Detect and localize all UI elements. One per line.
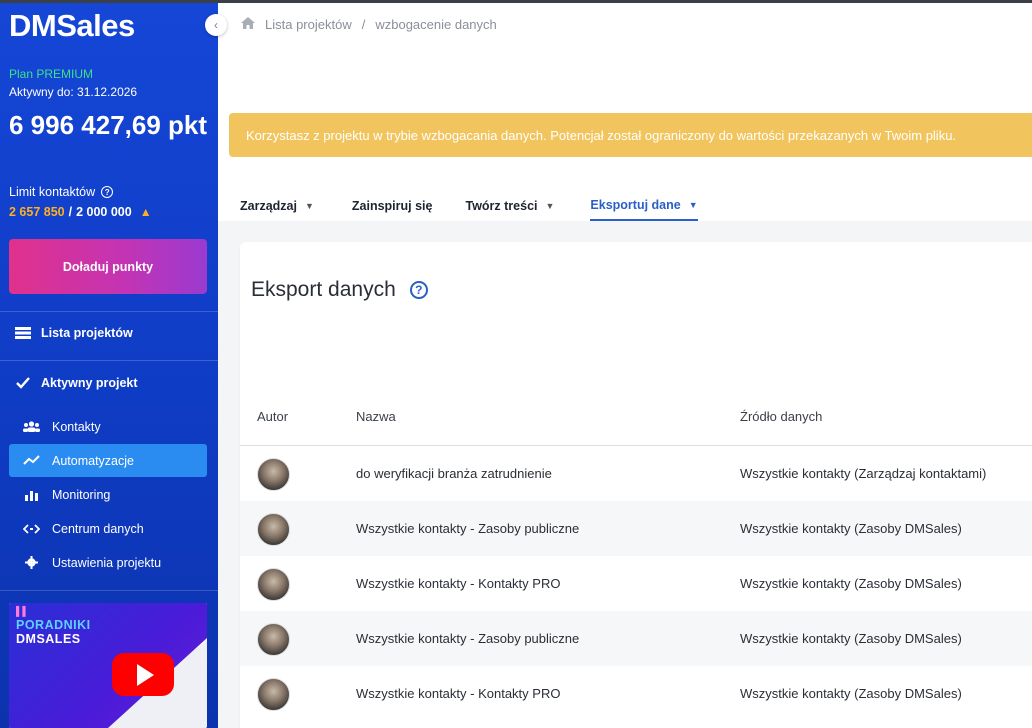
- author-avatar: [257, 678, 290, 711]
- sidebar-item-monitoring[interactable]: Monitoring: [9, 478, 207, 511]
- column-header-source[interactable]: Źródło danych: [740, 409, 822, 424]
- limit-separator: /: [68, 205, 73, 219]
- author-avatar: [257, 458, 290, 491]
- column-header-author[interactable]: Autor: [257, 409, 288, 424]
- sidebar-item-label: Ustawienia projektu: [52, 555, 162, 570]
- author-avatar: [257, 513, 290, 546]
- tab-label: Zainspiruj się: [351, 198, 433, 213]
- sidebar-item-label: Centrum danych: [52, 521, 144, 536]
- users-icon: [23, 421, 40, 432]
- chevron-down-icon: ▼: [304, 200, 314, 211]
- sidebar-item-data-center[interactable]: Centrum danych: [9, 512, 207, 545]
- help-icon[interactable]: ?: [409, 281, 428, 299]
- promo-title-line2: DMSALES: [16, 632, 81, 646]
- page-title: Eksport danych: [251, 278, 396, 301]
- list-icon: [14, 327, 31, 339]
- chevron-down-icon: ▼: [545, 200, 555, 211]
- tab-manage[interactable]: Zarządzaj ▼: [240, 190, 314, 221]
- tutorials-promo-banner[interactable]: ▌▌ PORADNIKI DMSALES: [9, 603, 207, 728]
- tab-export-data[interactable]: Eksportuj dane ▼: [590, 190, 698, 221]
- limit-total: 2 000 000: [76, 205, 132, 219]
- points-balance: 6 996 427,69 pkt: [9, 110, 208, 140]
- contact-limit-values: 2 657 850 / 2 000 000 ▲: [9, 205, 152, 219]
- table-row[interactable]: Wszystkie kontakty - Zasoby publiczne Ws…: [240, 611, 1032, 666]
- table-row[interactable]: Wszystkie kontakty - Zasoby publiczne Ws…: [240, 501, 1032, 556]
- help-icon[interactable]: ?: [101, 186, 114, 198]
- sidebar-item-automations[interactable]: Automatyzacje: [9, 444, 207, 477]
- export-source: Wszystkie kontakty (Zasoby DMSales): [740, 686, 962, 701]
- sidebar-item-active-project[interactable]: Aktywny projekt: [14, 376, 138, 390]
- sidebar: DMSales Plan PREMIUM Aktywny do: 31.12.2…: [0, 0, 218, 728]
- sidebar-item-label: Monitoring: [52, 487, 111, 502]
- enrichment-mode-alert: Korzystasz z projektu w trybie wzbogacan…: [229, 113, 1032, 157]
- breadcrumb: Lista projektów / wzbogacenie danych: [241, 17, 497, 32]
- plan-name: Plan PREMIUM: [9, 67, 94, 81]
- breadcrumb-root[interactable]: Lista projektów: [265, 17, 352, 32]
- sidebar-collapse-chevron-icon[interactable]: ‹: [205, 14, 227, 36]
- export-name: Wszystkie kontakty - Kontakty PRO: [356, 576, 561, 591]
- export-source: Wszystkie kontakty (Zasoby DMSales): [740, 576, 962, 591]
- table-row[interactable]: Wszystkie kontakty - Kontakty PRO Wszyst…: [240, 666, 1032, 721]
- export-source: Wszystkie kontakty (Zasoby DMSales): [740, 521, 962, 536]
- export-data-card: Eksport danych ? Autor Nazwa Źródło dany…: [240, 242, 1032, 728]
- export-source: Wszystkie kontakty (Zasoby DMSales): [740, 631, 962, 646]
- promo-title-line1: PORADNIKI: [16, 618, 91, 632]
- sidebar-divider: [0, 590, 218, 591]
- export-name: do weryfikacji branża zatrudnienie: [356, 466, 552, 481]
- sidebar-divider: [0, 311, 218, 312]
- contact-limit-label: Limit kontaktów ?: [9, 185, 114, 199]
- sidebar-item-label: Aktywny projekt: [41, 376, 138, 390]
- contact-limit-text: Limit kontaktów: [9, 185, 96, 199]
- breadcrumb-separator: /: [361, 17, 366, 32]
- youtube-play-icon[interactable]: [112, 653, 174, 696]
- export-source: Wszystkie kontakty (Zarządzaj kontaktami…: [740, 466, 987, 481]
- promo-logo-icon: ▌▌: [16, 606, 29, 616]
- limit-used: 2 657 850: [9, 205, 65, 219]
- project-tabs: Zarządzaj ▼ Zainspiruj się Twórz treści …: [240, 190, 698, 221]
- export-name: Wszystkie kontakty - Zasoby publiczne: [356, 631, 580, 646]
- export-name: Wszystkie kontakty - Kontakty PRO: [356, 686, 561, 701]
- sidebar-item-label: Lista projektów: [41, 326, 133, 340]
- code-arrows-icon: [23, 523, 40, 534]
- tab-inspire[interactable]: Zainspiruj się: [352, 190, 433, 221]
- topup-points-button[interactable]: Doładuj punkty: [9, 239, 207, 294]
- sidebar-item-label: Automatyzacje: [52, 453, 134, 468]
- gear-icon: [23, 556, 40, 569]
- app-logo[interactable]: DMSales: [9, 8, 135, 44]
- check-icon: [14, 377, 31, 389]
- top-bar: Lista projektów / wzbogacenie danych: [218, 3, 1032, 46]
- export-name: Wszystkie kontakty - Zasoby publiczne: [356, 521, 580, 536]
- tab-label: Eksportuj dane: [590, 197, 681, 212]
- column-header-name[interactable]: Nazwa: [356, 409, 396, 424]
- sidebar-item-projects[interactable]: Lista projektów: [14, 326, 133, 340]
- plan-active-until: Aktywny do: 31.12.2026: [9, 85, 138, 99]
- author-avatar: [257, 623, 290, 656]
- chevron-down-icon: ▼: [688, 199, 698, 210]
- tab-label: Zarządzaj: [240, 198, 297, 213]
- author-avatar: [257, 568, 290, 601]
- window-top-border: [0, 0, 1032, 3]
- warning-icon: ▲: [139, 205, 152, 219]
- sidebar-item-label: Kontakty: [52, 419, 101, 434]
- table-row[interactable]: Wszystkie kontakty - Kontakty PRO Wszyst…: [240, 556, 1032, 611]
- bar-chart-icon: [23, 489, 40, 501]
- sidebar-item-contacts[interactable]: Kontakty: [9, 410, 207, 443]
- export-title: Eksport danych ?: [251, 278, 428, 302]
- table-row[interactable]: do weryfikacji branża zatrudnienie Wszys…: [240, 446, 1032, 501]
- alert-text: Korzystasz z projektu w trybie wzbogacan…: [246, 127, 957, 143]
- sidebar-item-project-settings[interactable]: Ustawienia projektu: [9, 546, 207, 579]
- home-icon[interactable]: [241, 17, 255, 32]
- tab-create-content[interactable]: Twórz treści ▼: [465, 190, 554, 221]
- trend-icon: [23, 455, 40, 466]
- breadcrumb-current: wzbogacenie danych: [375, 17, 497, 32]
- sidebar-divider: [0, 360, 218, 361]
- tab-label: Twórz treści: [465, 198, 538, 213]
